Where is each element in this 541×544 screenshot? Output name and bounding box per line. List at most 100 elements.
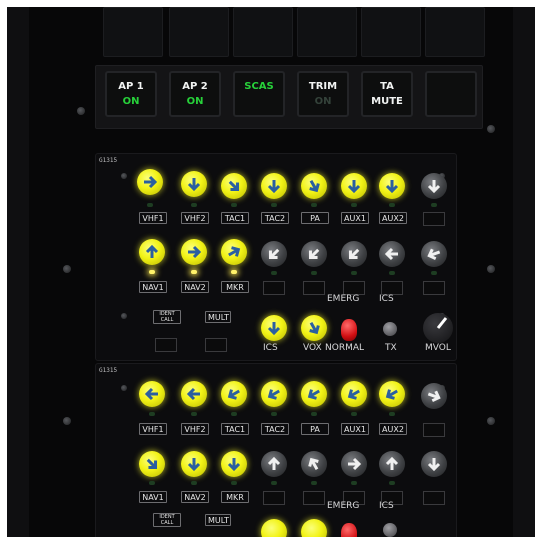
- knob-unlit[interactable]: [341, 451, 367, 477]
- indicator-led-lit: [231, 270, 237, 274]
- knob-unlit[interactable]: [301, 451, 327, 477]
- aux1-knob[interactable]: [341, 381, 367, 407]
- indicator-led: [271, 203, 277, 207]
- ta-mute-line1: TA: [380, 81, 394, 92]
- indicator-led-lit: [149, 270, 155, 274]
- ident-call-label: IDENT CALL: [153, 513, 181, 527]
- label-vhf2: VHF2: [181, 212, 209, 224]
- nav2-knob[interactable]: [181, 239, 207, 265]
- ics-knob[interactable]: [261, 315, 287, 341]
- label-aux1: AUX1: [341, 212, 369, 224]
- mult-label: MULT: [205, 514, 231, 526]
- knob-unlit[interactable]: [379, 241, 405, 267]
- label-blank: [303, 281, 325, 295]
- knob-unlit[interactable]: [301, 241, 327, 267]
- label-tac2: TAC2: [261, 212, 289, 224]
- tac1-knob[interactable]: [221, 381, 247, 407]
- spare-knob[interactable]: [421, 173, 447, 199]
- top-slot: [425, 7, 485, 57]
- indicator-led: [271, 271, 277, 275]
- screw: [487, 125, 495, 133]
- tx-toggle[interactable]: [383, 322, 397, 336]
- nav1-knob[interactable]: [139, 239, 165, 265]
- indicator-led: [311, 481, 317, 485]
- tac2-knob[interactable]: [261, 381, 287, 407]
- pa-knob[interactable]: [301, 173, 327, 199]
- label-blank: [381, 281, 403, 295]
- ap2-annunciator[interactable]: AP 2 ON: [169, 71, 221, 117]
- label-vhf1: VHF1: [139, 423, 167, 435]
- knob-unlit[interactable]: [379, 451, 405, 477]
- ta-mute-line2: MUTE: [371, 96, 403, 107]
- label-tac1: TAC1: [221, 212, 249, 224]
- ap1-annunciator[interactable]: AP 1 ON: [105, 71, 157, 117]
- top-slot: [169, 7, 229, 57]
- ics-top-label: ICS: [379, 294, 394, 304]
- knob-unlit[interactable]: [421, 451, 447, 477]
- tac1-knob[interactable]: [221, 173, 247, 199]
- top-slot: [233, 7, 293, 57]
- spare-knob[interactable]: [421, 383, 447, 409]
- screw: [121, 173, 127, 179]
- label-blank: [423, 491, 445, 505]
- label-tac2: TAC2: [261, 423, 289, 435]
- label-pa: PA: [301, 423, 329, 435]
- nav1-knob[interactable]: [139, 451, 165, 477]
- pa-knob[interactable]: [301, 381, 327, 407]
- emergency-switch[interactable]: [341, 523, 357, 537]
- indicator-led: [231, 203, 237, 207]
- tac2-knob[interactable]: [261, 173, 287, 199]
- label-vhf2: VHF2: [181, 423, 209, 435]
- scas-line1: SCAS: [244, 81, 274, 92]
- switch-slot[interactable]: [155, 338, 177, 352]
- screw: [487, 417, 495, 425]
- knob-unlit[interactable]: [341, 241, 367, 267]
- indicator-led: [147, 203, 153, 207]
- vhf2-knob[interactable]: [181, 381, 207, 407]
- ap1-line2: ON: [122, 96, 140, 107]
- aux1-knob[interactable]: [341, 173, 367, 199]
- mkr-knob[interactable]: [221, 239, 247, 265]
- vhf1-knob[interactable]: [139, 381, 165, 407]
- knob-unlit[interactable]: [421, 241, 447, 267]
- label-aux1: AUX1: [341, 423, 369, 435]
- scas-annunciator[interactable]: SCAS: [233, 71, 285, 117]
- indicator-led: [311, 412, 317, 416]
- knob-unlit[interactable]: [261, 451, 287, 477]
- indicator-led: [351, 481, 357, 485]
- mkr-knob[interactable]: [221, 451, 247, 477]
- indicator-led: [191, 203, 197, 207]
- tx-label: TX: [385, 343, 397, 353]
- ics-top-label: ICS: [379, 501, 394, 511]
- label-nav2: NAV2: [181, 491, 209, 503]
- emerg-label: EMERG: [327, 294, 360, 304]
- vhf2-knob[interactable]: [181, 171, 207, 197]
- trim-line1: TRIM: [308, 81, 338, 92]
- label-tac1: TAC1: [221, 423, 249, 435]
- tx-toggle[interactable]: [383, 523, 397, 537]
- mvol-knob[interactable]: [423, 313, 453, 343]
- indicator-led-lit: [191, 270, 197, 274]
- aux2-knob[interactable]: [379, 173, 405, 199]
- knob-unlit[interactable]: [261, 241, 287, 267]
- label-blank: [423, 212, 445, 226]
- top-slot: [297, 7, 357, 57]
- indicator-led: [191, 481, 197, 485]
- label-nav1: NAV1: [139, 281, 167, 293]
- normal-label: NORMAL: [325, 343, 365, 353]
- emergency-switch[interactable]: [341, 319, 357, 341]
- ap1-line1: AP 1: [118, 81, 144, 92]
- switch-slot[interactable]: [205, 338, 227, 352]
- nav2-knob[interactable]: [181, 451, 207, 477]
- indicator-led: [351, 412, 357, 416]
- trim-annunciator[interactable]: TRIM ON: [297, 71, 349, 117]
- ta-mute-annunciator[interactable]: TA MUTE: [361, 71, 413, 117]
- vox-knob[interactable]: [301, 315, 327, 341]
- vhf1-knob[interactable]: [137, 169, 163, 195]
- indicator-led: [311, 203, 317, 207]
- aux2-knob[interactable]: [379, 381, 405, 407]
- avionics-photo: AP 1 ON AP 2 ON SCAS TRIM ON TA MUTE G13…: [7, 7, 535, 537]
- indicator-led: [431, 271, 437, 275]
- indicator-led: [389, 412, 395, 416]
- screw: [77, 107, 85, 115]
